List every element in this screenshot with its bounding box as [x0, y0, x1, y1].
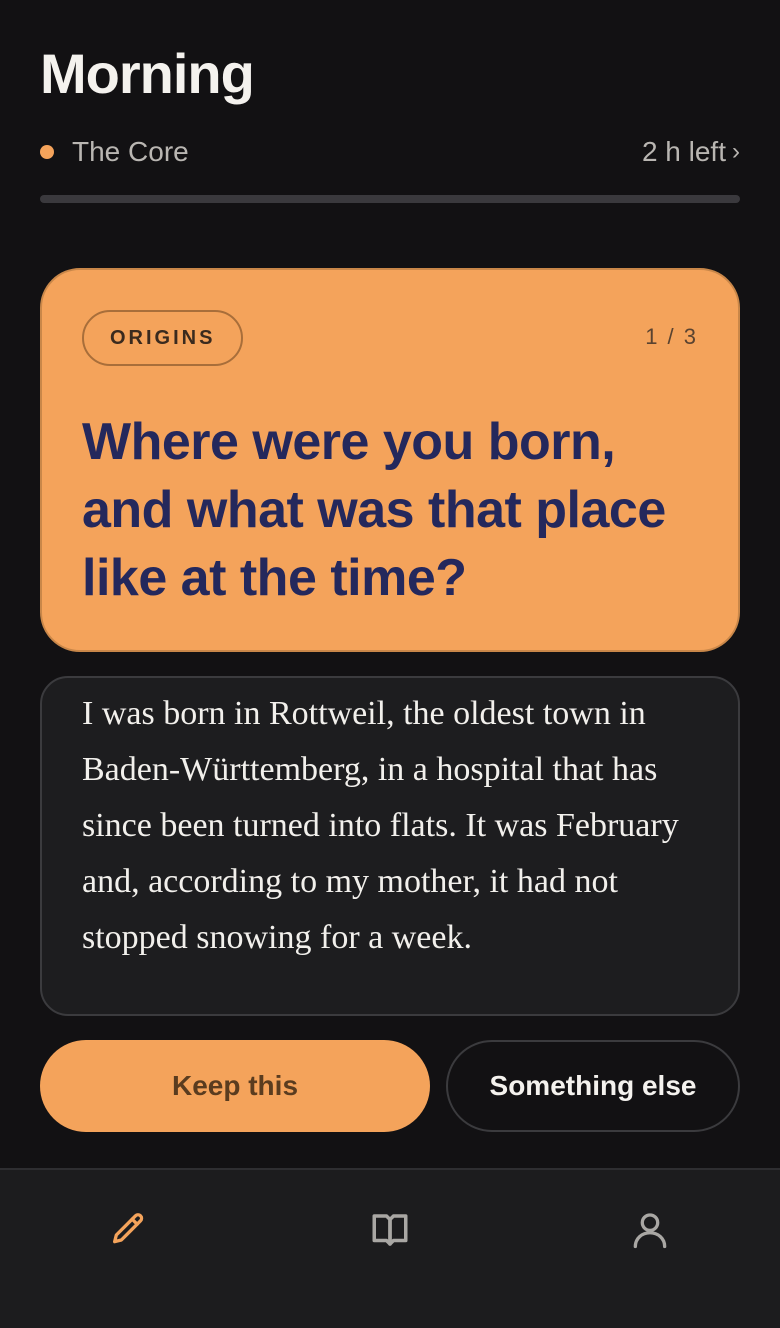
book-icon [372, 1214, 408, 1246]
session-name: The Core [72, 136, 189, 167]
user-icon [633, 1213, 667, 1249]
nav-write-tab[interactable] [98, 1200, 158, 1260]
category-chip: ORIGINS [82, 310, 244, 366]
keep-this-button[interactable]: Keep this [40, 1040, 430, 1132]
pencil-icon [113, 1213, 144, 1244]
chevron-right-icon: › [732, 138, 740, 165]
nav-profile-tab[interactable] [620, 1200, 680, 1260]
session-info: The Core [40, 136, 189, 168]
session-status-dot [40, 145, 54, 159]
answer-textarea[interactable]: I was born in Rottweil, the oldest town … [40, 676, 740, 1016]
time-left-link[interactable]: 2 h left › [642, 136, 740, 168]
answer-text: I was born in Rottweil, the oldest town … [82, 695, 679, 956]
prompt-question: Where were you born, and what was that p… [82, 413, 666, 607]
prompt-counter: 1 / 3 [645, 324, 698, 349]
something-else-button[interactable]: Something else [446, 1040, 740, 1132]
time-left-label: 2 h left [641, 136, 726, 167]
bottom-nav [0, 1168, 780, 1328]
nav-journal-tab[interactable] [360, 1200, 420, 1260]
app-screen: Morning The Core 2 h left › ORIGINS 1 / … [0, 0, 780, 1328]
session-progress-bar [40, 195, 740, 203]
session-row: The Core 2 h left › [40, 132, 740, 172]
page-title: Morning [40, 42, 255, 105]
prompt-card: ORIGINS 1 / 3 Where were you born, and w… [40, 268, 740, 652]
